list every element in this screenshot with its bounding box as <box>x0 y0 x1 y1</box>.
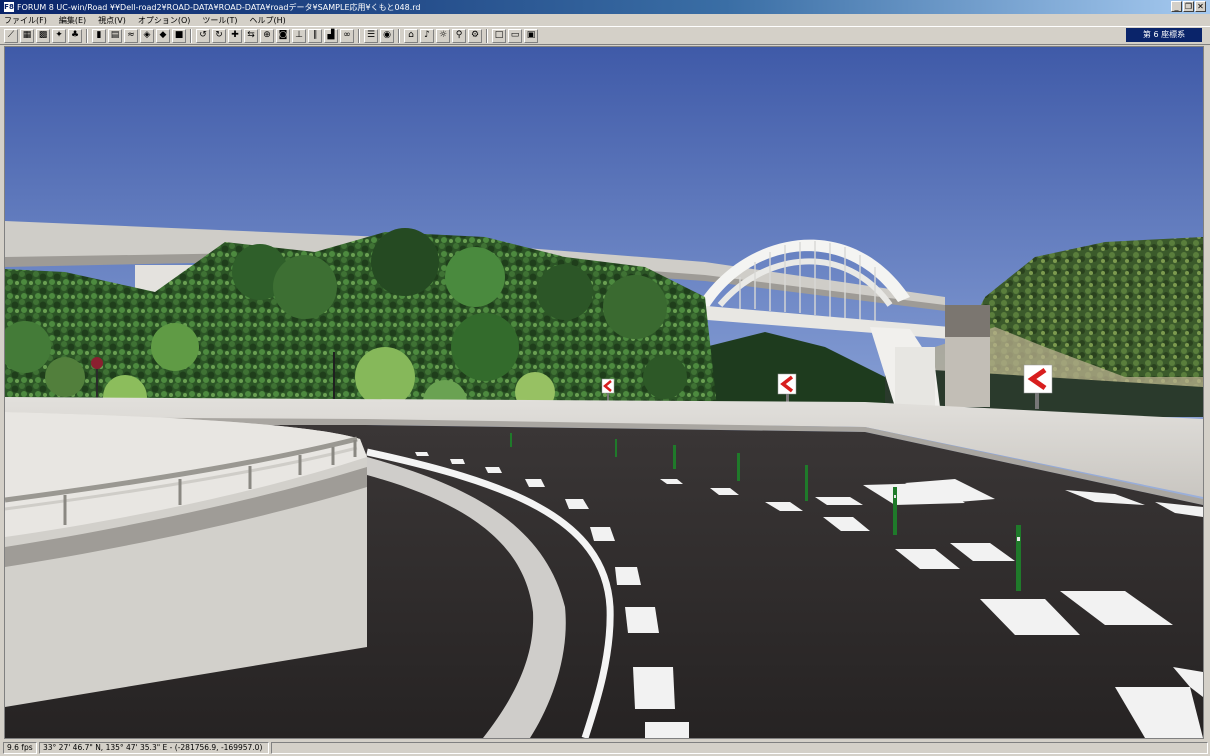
rotate-right-button[interactable]: ↻ <box>212 28 226 43</box>
toolbar-separator <box>86 28 88 43</box>
light-icon: ☼ <box>438 30 448 40</box>
pin-button[interactable]: ⊥ <box>292 28 306 43</box>
menu-file[interactable]: ファイル(F) <box>4 15 47 26</box>
menu-help[interactable]: ヘルプ(H) <box>250 15 286 26</box>
window-title: FORUM 8 UC-win/Road ¥¥Dell-road2¥ROAD-DA… <box>17 2 421 12</box>
camera2-icon: ⌂ <box>408 30 414 40</box>
toolbar-separator <box>358 28 360 43</box>
menu-bar: ファイル(F) 編集(E) 視点(V) オプション(O) ツール(T) ヘルプ(… <box>0 14 1210 26</box>
list-button[interactable]: ☰ <box>364 28 378 43</box>
move-icon: ✚ <box>231 30 239 40</box>
list-icon: ☰ <box>366 30 376 40</box>
truck-button[interactable]: ■ <box>172 28 186 43</box>
rotate-left-button[interactable]: ↺ <box>196 28 210 43</box>
record-button[interactable]: ◉ <box>380 28 394 43</box>
move-button[interactable]: ✚ <box>228 28 242 43</box>
sound-icon: ♪ <box>424 30 430 40</box>
save-button[interactable]: ▣ <box>524 28 538 43</box>
bike-icon: ∞ <box>343 30 351 40</box>
status-empty-panel <box>271 742 1208 754</box>
new-icon: □ <box>494 30 504 40</box>
tree-icon: ♣ <box>70 30 80 40</box>
new-button[interactable]: □ <box>492 28 506 43</box>
chart-icon: ▤ <box>110 30 120 40</box>
tree-button[interactable]: ♣ <box>68 28 82 43</box>
walk-icon: ⚲ <box>455 30 463 40</box>
3d-viewport[interactable] <box>4 46 1204 739</box>
paint-icon: ◈ <box>143 30 151 40</box>
sound-button[interactable]: ♪ <box>420 28 434 43</box>
drive-icon: ▟ <box>327 30 335 40</box>
fps-readout: 9.6 fps <box>3 742 37 754</box>
status-bar: 9.6 fps 33° 27' 46.7" N, 135° 47' 35.3" … <box>0 740 1210 756</box>
chart-button[interactable]: ▤ <box>108 28 122 43</box>
rotate-left-icon: ↺ <box>199 30 207 40</box>
display-mode-indicator[interactable]: 第 6 座標系 <box>1126 28 1202 42</box>
close-button[interactable]: ✕ <box>1195 1 1206 12</box>
truck-icon: ■ <box>174 30 184 40</box>
toolbar: ⟋ ▦ ▩ ✦ ♣ ▮ ▤ ≈ ◈ ◆ ■ ↺ ↻ ✚ ⇆ ⊕ ◙ ⊥ ∥ ▟ ∞ ☰ ◉ ⌂ ♪ ☼ ⚲ ⚙ □ ▭ ▣ <box>0 26 1210 45</box>
car-icon: ◆ <box>159 30 167 40</box>
paint-button[interactable]: ◈ <box>140 28 154 43</box>
app-logo-icon: F8 <box>4 2 14 12</box>
menu-view[interactable]: 視点(V) <box>98 15 126 26</box>
window-controls: _ ❐ ✕ <box>1171 1 1206 12</box>
toolbar-separator <box>190 28 192 43</box>
walk-button[interactable]: ⚲ <box>452 28 466 43</box>
gear-button[interactable]: ⚙ <box>468 28 482 43</box>
person-icon: ✦ <box>55 30 63 40</box>
terrain-button[interactable]: ▦ <box>20 28 34 43</box>
open-button[interactable]: ▭ <box>508 28 522 43</box>
record-icon: ◉ <box>383 30 391 40</box>
restore-button[interactable]: ❐ <box>1183 1 1194 12</box>
menu-tools[interactable]: ツール(T) <box>202 15 237 26</box>
camera-button[interactable]: ◙ <box>276 28 290 43</box>
light-button[interactable]: ☼ <box>436 28 450 43</box>
camera-icon: ◙ <box>278 30 288 40</box>
coordinate-readout: 33° 27' 46.7" N, 135° 47' 35.3" E - (-28… <box>39 742 269 754</box>
wand-button[interactable]: ⟋ <box>4 28 18 43</box>
pan-icon: ⇆ <box>247 30 255 40</box>
sign-circle <box>91 357 103 369</box>
road-icon: ≈ <box>127 30 135 40</box>
menu-edit[interactable]: 編集(E) <box>59 15 86 26</box>
pause-icon: ∥ <box>312 30 318 40</box>
save-icon: ▣ <box>526 30 536 40</box>
rotate-right-icon: ↻ <box>215 30 223 40</box>
book-button[interactable]: ▮ <box>92 28 106 43</box>
open-icon: ▭ <box>510 30 520 40</box>
person-button[interactable]: ✦ <box>52 28 66 43</box>
drive-button[interactable]: ▟ <box>324 28 338 43</box>
toolbar-separator <box>398 28 400 43</box>
pause-button[interactable]: ∥ <box>308 28 322 43</box>
zoom-button[interactable]: ⊕ <box>260 28 274 43</box>
book-icon: ▮ <box>96 30 102 40</box>
bike-button[interactable]: ∞ <box>340 28 354 43</box>
menu-options[interactable]: オプション(O) <box>138 15 191 26</box>
minimize-button[interactable]: _ <box>1171 1 1182 12</box>
wand-icon: ⟋ <box>7 30 15 40</box>
map-icon: ▩ <box>38 30 48 40</box>
terrain-icon: ▦ <box>22 30 32 40</box>
gear-icon: ⚙ <box>470 30 480 40</box>
title-bar: F8 FORUM 8 UC-win/Road ¥¥Dell-road2¥ROAD… <box>0 0 1210 14</box>
3d-scene[interactable] <box>5 47 1203 738</box>
car-button[interactable]: ◆ <box>156 28 170 43</box>
pin-icon: ⊥ <box>295 30 303 40</box>
zoom-icon: ⊕ <box>263 30 271 40</box>
toolbar-separator <box>486 28 488 43</box>
camera2-button[interactable]: ⌂ <box>404 28 418 43</box>
pan-button[interactable]: ⇆ <box>244 28 258 43</box>
map-button[interactable]: ▩ <box>36 28 50 43</box>
road-button[interactable]: ≈ <box>124 28 138 43</box>
